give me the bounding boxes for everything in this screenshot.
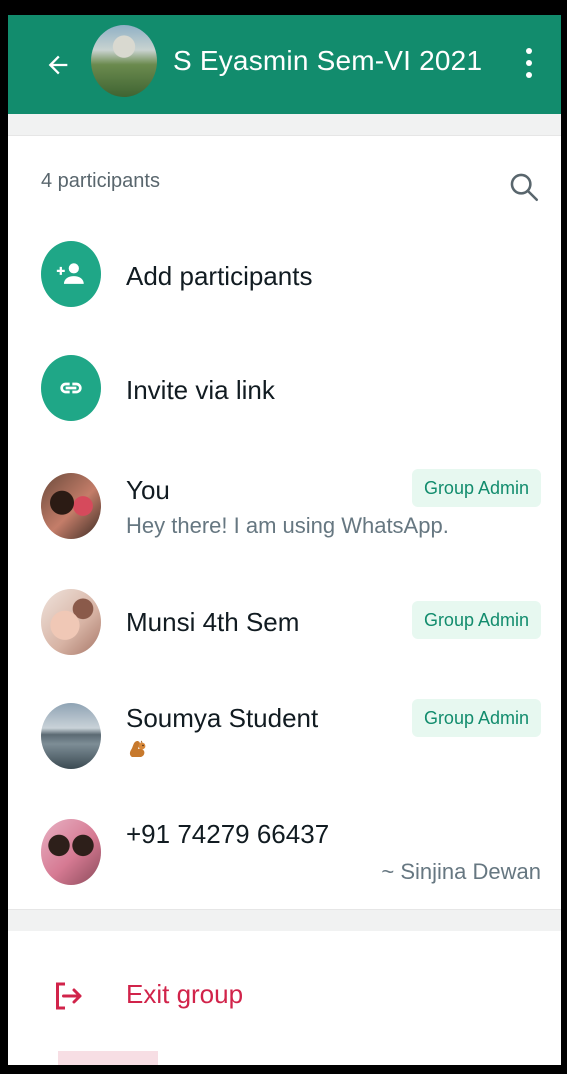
app-frame: S Eyasmin Sem-VI 2021 4 participants Add… [8,15,561,1065]
group-avatar[interactable] [91,25,157,97]
member-row[interactable]: +91 74279 66437 ~ Sinjina Dewan [8,811,561,911]
member-row[interactable]: Soumya Student Group Admin [8,695,561,795]
group-admin-badge: Group Admin [411,469,541,507]
more-vertical-icon-dot [526,60,532,66]
arrow-left-icon [48,55,68,75]
exit-group-label: Exit group [126,979,244,1009]
back-button[interactable] [40,47,76,83]
group-admin-badge: Group Admin [411,601,541,639]
avatar[interactable] [41,819,101,885]
next-row-peek [58,1051,158,1065]
add-participants-label: Add participants [126,261,313,291]
member-status: Hey there! I am using WhatsApp. [126,513,449,538]
avatar[interactable] [41,473,101,539]
search-participants-button[interactable] [507,170,543,206]
invite-via-link-row[interactable]: Invite via link [8,353,561,433]
squirrel-emoji-icon [129,740,146,757]
member-row[interactable]: You Group Admin Hey there! I am using Wh… [8,467,561,563]
avatar[interactable] [41,703,101,769]
member-phone: +91 74279 66437 [126,819,330,849]
search-icon [510,173,539,202]
member-name: Munsi 4th Sem [126,607,300,637]
link-icon [41,355,101,421]
member-pushname: ~ Sinjina Dewan [381,859,541,884]
member-name: You [126,475,170,505]
exit-group-row[interactable]: Exit group [8,931,561,1031]
more-vertical-icon [526,48,532,54]
group-admin-badge: Group Admin [411,699,541,737]
participants-count: 4 participants [41,170,160,192]
add-person-icon [41,241,101,307]
exit-icon [56,982,82,1010]
avatar[interactable] [41,589,101,655]
member-row[interactable]: Munsi 4th Sem Group Admin [8,585,561,675]
invite-via-link-label: Invite via link [126,375,275,405]
group-info-header: S Eyasmin Sem-VI 2021 [8,15,561,114]
section-divider [8,114,561,136]
add-participants-row[interactable]: Add participants [8,237,561,317]
more-vertical-icon-dot [526,72,532,78]
member-name: Soumya Student [126,703,319,733]
group-name[interactable]: S Eyasmin Sem-VI 2021 [173,45,482,77]
more-options-button[interactable] [517,43,541,83]
section-divider [8,909,561,931]
